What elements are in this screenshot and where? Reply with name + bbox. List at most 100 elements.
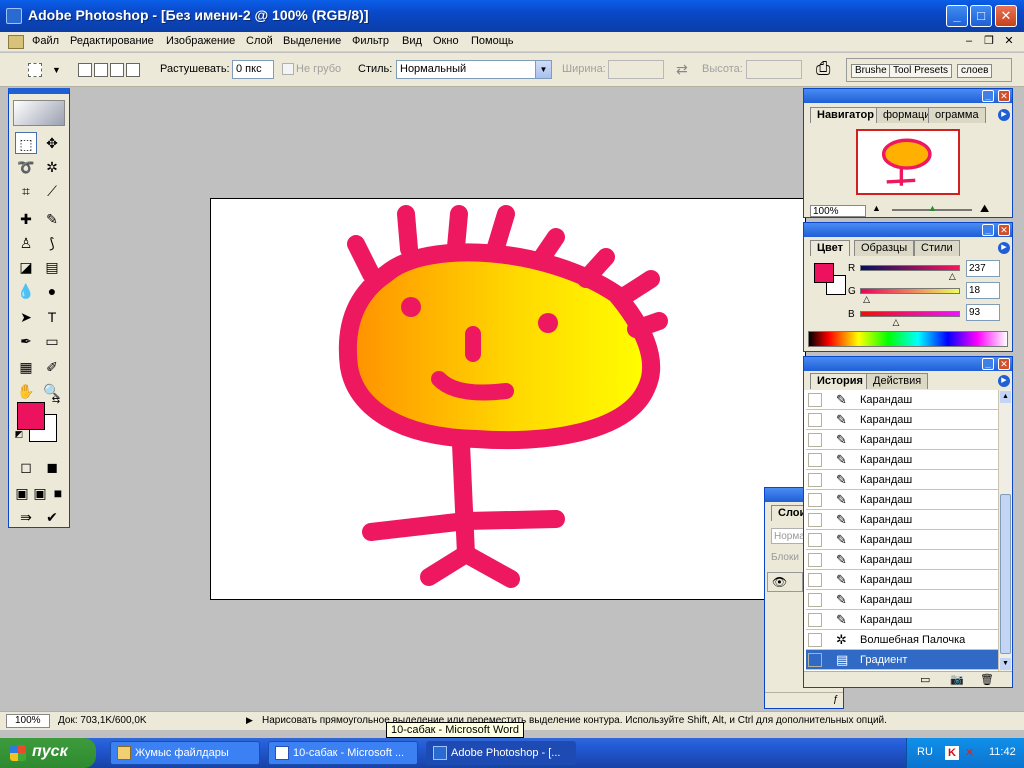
history-snapshot-box[interactable]: [808, 513, 822, 527]
chevron-down-icon[interactable]: ▼: [535, 61, 551, 78]
channel-value-b[interactable]: 93: [966, 304, 1000, 321]
title-bar[interactable]: Adobe Photoshop - [Без имени-2 @ 100% (R…: [0, 0, 1024, 32]
history-snapshot-box[interactable]: [808, 593, 822, 607]
menu-file[interactable]: Файл: [32, 35, 59, 47]
shape-icon[interactable]: ▭: [41, 330, 63, 352]
scroll-down-icon[interactable]: ▼: [1000, 658, 1011, 670]
pen-icon[interactable]: ✒: [15, 330, 37, 352]
history-brush-icon[interactable]: ⟆: [41, 232, 63, 254]
menu-layer[interactable]: Слой: [246, 35, 273, 47]
swap-colors-icon[interactable]: ⇆: [49, 394, 63, 408]
channel-slider-b[interactable]: [860, 311, 960, 317]
jump-to-imageready-icon[interactable]: ⇛: [15, 506, 37, 528]
menu-image[interactable]: Изображение: [166, 35, 235, 47]
notes-icon[interactable]: ▦: [15, 356, 37, 378]
doc-minimize-button[interactable]: –: [960, 34, 978, 50]
history-snapshot-box[interactable]: [808, 573, 822, 587]
menu-view[interactable]: Вид: [402, 35, 422, 47]
menu-filter[interactable]: Фильтр: [352, 35, 389, 47]
standard-mode-icon[interactable]: ◻: [15, 456, 37, 478]
channel-handle-g[interactable]: △: [863, 294, 870, 305]
well-tab-tool-presets[interactable]: Tool Presets: [889, 64, 953, 78]
panel-menu-icon[interactable]: ▶: [998, 375, 1010, 387]
history-scrollbar[interactable]: ▲ ▼: [998, 390, 1012, 672]
channel-value-g[interactable]: 18: [966, 282, 1000, 299]
history-snapshot-box[interactable]: [808, 633, 822, 647]
history-snapshot-box[interactable]: [808, 413, 822, 427]
start-button[interactable]: пуск: [0, 738, 96, 768]
history-item[interactable]: ✎ Карандаш: [806, 590, 998, 610]
history-item[interactable]: ✎ Карандаш: [806, 470, 998, 490]
commit-icon[interactable]: ✔: [41, 506, 63, 528]
crop-icon[interactable]: ⌗: [15, 180, 37, 202]
close-button[interactable]: ✕: [995, 5, 1017, 27]
dodge-icon[interactable]: ●: [41, 280, 63, 302]
default-colors-icon[interactable]: ◩: [13, 428, 25, 440]
adobe-feather-logo[interactable]: [13, 100, 65, 126]
tab-histogram[interactable]: ограмма: [928, 107, 986, 123]
zoom-out-icon[interactable]: ▲: [872, 203, 881, 213]
document-canvas[interactable]: [210, 198, 806, 600]
menu-edit[interactable]: Редактирование: [70, 35, 154, 47]
new-selection-icon[interactable]: [78, 63, 92, 77]
minimize-button[interactable]: _: [946, 5, 968, 27]
eraser-icon[interactable]: ◪: [15, 256, 37, 278]
menu-window[interactable]: Окно: [433, 35, 459, 47]
menu-help[interactable]: Помощь: [471, 35, 514, 47]
clone-stamp-icon[interactable]: ♙: [15, 232, 37, 254]
panel-minimize-button[interactable]: _: [982, 358, 994, 370]
history-snapshot-box[interactable]: [808, 553, 822, 567]
screen-mode-full-icon[interactable]: ■: [49, 482, 67, 504]
history-snapshot-box[interactable]: [808, 493, 822, 507]
channel-handle-b[interactable]: △: [893, 317, 900, 328]
history-item[interactable]: ✎ Карандаш: [806, 450, 998, 470]
history-snapshot-box[interactable]: [808, 393, 822, 407]
quick-mask-icon[interactable]: ◼: [41, 456, 63, 478]
document-icon[interactable]: [8, 35, 24, 49]
network-icon[interactable]: ✕: [965, 746, 974, 759]
history-snapshot-box[interactable]: [808, 433, 822, 447]
path-selection-icon[interactable]: ➤: [15, 306, 37, 328]
status-doc-size[interactable]: Док: 703,1K/600,0K: [58, 715, 147, 726]
status-zoom-field[interactable]: 100%: [6, 714, 50, 728]
rectangular-marquee-icon[interactable]: ⬚: [15, 132, 37, 154]
panel-foreground-swatch[interactable]: [814, 263, 834, 283]
navigator-thumbnail[interactable]: [856, 129, 960, 195]
history-snapshot-box[interactable]: [808, 613, 822, 627]
new-document-from-state-icon[interactable]: ▭: [920, 673, 930, 686]
zoom-in-icon[interactable]: ⛰: [980, 203, 989, 216]
healing-brush-icon[interactable]: ✚: [15, 208, 37, 230]
antialias-checkbox[interactable]: [282, 63, 294, 75]
gradient-icon[interactable]: ▤: [41, 256, 63, 278]
layer-style-icon[interactable]: ƒ: [833, 694, 839, 705]
history-item[interactable]: ▤ Градиент: [806, 650, 998, 670]
channel-slider-r[interactable]: [860, 265, 960, 271]
tab-styles[interactable]: Стили: [914, 240, 960, 256]
tab-history[interactable]: История: [810, 373, 870, 389]
lasso-icon[interactable]: ➰: [15, 156, 37, 178]
feather-input[interactable]: 0 пкс: [232, 60, 274, 79]
scroll-up-icon[interactable]: ▲: [1000, 391, 1011, 403]
history-item[interactable]: ✎ Карандаш: [806, 430, 998, 450]
maximize-button[interactable]: □: [970, 5, 992, 27]
scroll-thumb[interactable]: [1000, 494, 1011, 654]
visibility-eye-icon[interactable]: 👁: [772, 575, 787, 589]
navigator-zoom-field[interactable]: 100%: [810, 205, 866, 217]
panel-menu-icon[interactable]: ▶: [998, 242, 1010, 254]
panel-close-button[interactable]: ✕: [998, 90, 1010, 102]
well-tab-brushes[interactable]: Brushe: [851, 64, 891, 78]
doc-close-button[interactable]: ✕: [1000, 34, 1018, 50]
panel-menu-icon[interactable]: ▶: [998, 109, 1010, 121]
hand-icon[interactable]: ✋: [15, 380, 37, 402]
screen-mode-menu-icon[interactable]: ▣: [31, 482, 49, 504]
height-input[interactable]: [746, 60, 802, 79]
foreground-color-swatch[interactable]: [17, 402, 45, 430]
eyedropper-icon[interactable]: ✐: [41, 356, 63, 378]
channel-value-r[interactable]: 237: [966, 260, 1000, 277]
intersect-selection-icon[interactable]: [126, 63, 140, 77]
history-item[interactable]: ✎ Карандаш: [806, 390, 998, 410]
history-item[interactable]: ✎ Карандаш: [806, 490, 998, 510]
panel-minimize-button[interactable]: _: [982, 90, 994, 102]
screen-mode-standard-icon[interactable]: ▣: [13, 482, 31, 504]
trash-icon[interactable]: 🗑: [980, 673, 994, 686]
